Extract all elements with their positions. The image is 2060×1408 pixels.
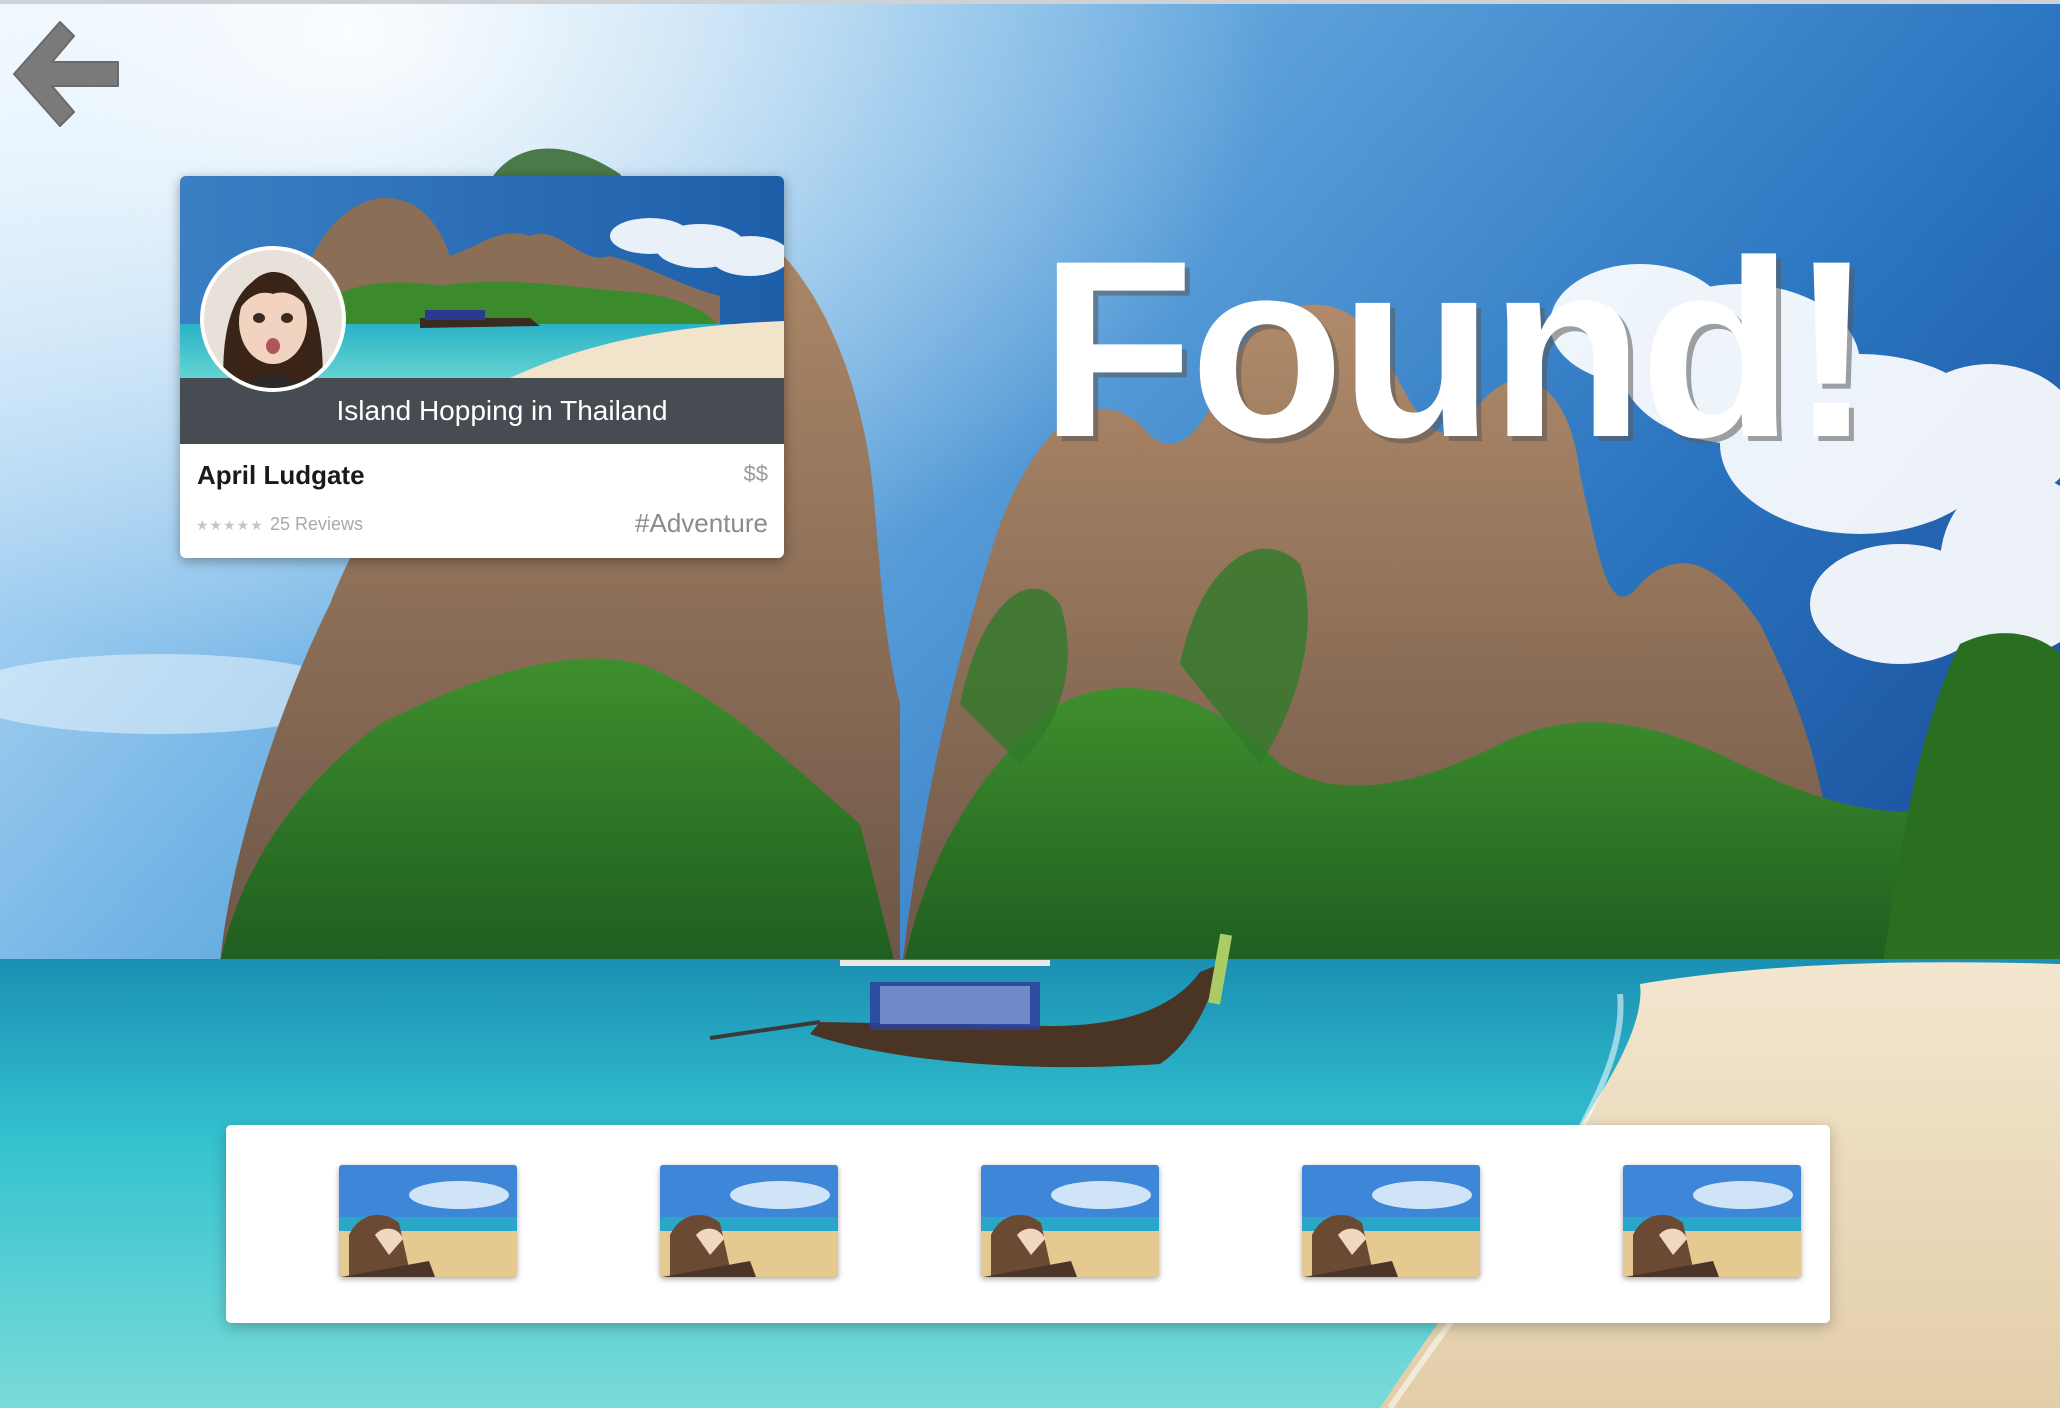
card-tag[interactable]: #Adventure <box>635 508 768 539</box>
review-count[interactable]: 25 Reviews <box>270 514 363 535</box>
back-button[interactable] <box>10 14 122 134</box>
beach-photo-thumbnail[interactable] <box>1623 1165 1801 1277</box>
trip-card[interactable]: Island Hopping in Thailand April Ludgate… <box>180 176 784 558</box>
beach-photo-thumbnail[interactable] <box>1302 1165 1480 1277</box>
beach-photo-thumbnail[interactable] <box>981 1165 1159 1277</box>
card-price: $$ <box>743 461 768 486</box>
card-title: Island Hopping in Thailand <box>336 395 668 426</box>
rating-stars: ★★★★★ <box>196 517 264 533</box>
hero-title: Found! <box>1040 209 1874 490</box>
user-avatar[interactable] <box>200 246 346 392</box>
card-author[interactable]: April Ludgate <box>197 460 365 491</box>
beach-photo-thumbnail[interactable] <box>660 1165 838 1277</box>
arrow-left-icon <box>13 21 119 127</box>
beach-photo-thumbnail[interactable] <box>339 1165 517 1277</box>
thumbnail-strip <box>226 1125 1830 1323</box>
